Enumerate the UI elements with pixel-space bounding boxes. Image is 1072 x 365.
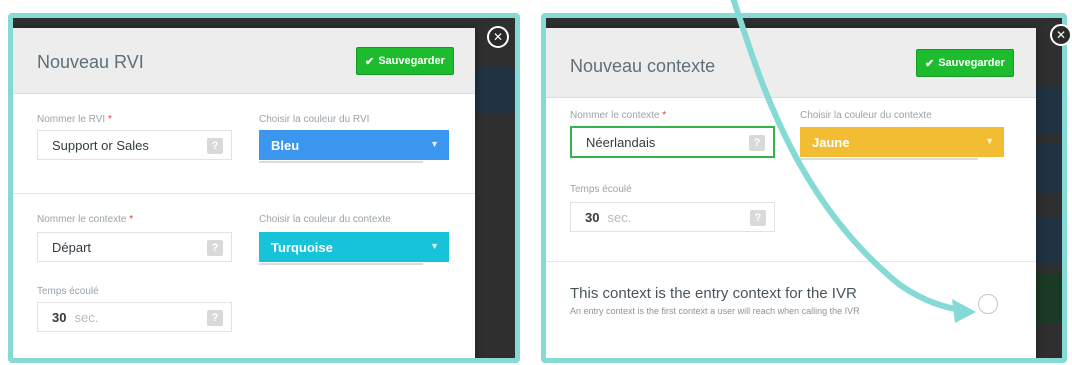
context-color-value: Jaune [812, 134, 850, 150]
required-mark: * [107, 114, 112, 125]
context-color-label: Choisir la couleur du contexte [259, 214, 391, 225]
modal-header: Nouveau contexte ✔ Sauvegarder [546, 28, 1036, 98]
close-icon[interactable]: ✕ [487, 26, 509, 48]
elapsed-time-value: 30 [52, 309, 67, 325]
ivr-name-label: Nommer le RVI * [37, 114, 112, 125]
entry-context-title: This context is the entry context for th… [570, 285, 857, 302]
ivr-name-input[interactable]: Support or Sales ? [37, 130, 232, 160]
help-icon[interactable]: ? [750, 210, 766, 226]
context-color-value: Turquoise [271, 239, 333, 255]
entry-context-description: An entry context is the first context a … [570, 306, 860, 316]
ivr-name-value: Support or Sales [52, 137, 149, 153]
elapsed-time-input[interactable]: 30 sec. ? [37, 302, 232, 332]
entry-context-section: This context is the entry context for th… [546, 262, 1036, 358]
context-name-value: Néerlandais [586, 134, 656, 150]
elapsed-time-value: 30 [585, 209, 600, 225]
context-color-select[interactable]: Jaune ▼ [800, 127, 1004, 160]
ivr-color-select[interactable]: Bleu ▼ [259, 130, 449, 163]
screenshot-panel-right: Nouveau contexte ✔ Sauvegarder Nommer le… [541, 13, 1067, 363]
context-name-input[interactable]: Néerlandais ? [570, 126, 775, 158]
ivr-name-label-text: Nommer le RVI [37, 114, 106, 125]
check-icon: ✔ [925, 57, 935, 70]
help-icon[interactable]: ? [207, 138, 223, 154]
elapsed-time-input[interactable]: 30 sec. ? [570, 202, 775, 232]
context-name-label-text: Nommer le contexte [570, 110, 660, 121]
context-color-label: Choisir la couleur du contexte [800, 110, 932, 121]
elapsed-time-label: Temps écoulé [37, 286, 99, 297]
save-button[interactable]: ✔ Sauvegarder [356, 47, 454, 75]
new-ivr-modal: Nouveau RVI ✔ Sauvegarder Nommer le RVI … [13, 28, 475, 358]
elapsed-time-label: Temps écoulé [570, 184, 632, 195]
context-name-label: Nommer le contexte * [37, 214, 133, 225]
caret-down-icon: ▼ [430, 241, 439, 251]
entry-context-radio[interactable] [978, 294, 998, 314]
context-name-label: Nommer le contexte * [570, 110, 666, 121]
context-section: Nommer le contexte * Néerlandais ? Chois… [546, 98, 1036, 262]
context-name-value: Départ [52, 239, 92, 255]
save-button-label: Sauvegarder [938, 57, 1005, 69]
save-button-label: Sauvegarder [378, 55, 445, 67]
close-icon[interactable]: ✕ [1050, 24, 1072, 46]
help-icon[interactable]: ? [207, 310, 223, 326]
caret-down-icon: ▼ [430, 139, 439, 149]
context-color-select[interactable]: Turquoise ▼ [259, 232, 449, 265]
modal-header: Nouveau RVI ✔ Sauvegarder [13, 28, 475, 94]
ivr-color-value: Bleu [271, 137, 300, 153]
context-section: Nommer le contexte * Départ ? Choisir la… [13, 194, 475, 358]
check-icon: ✔ [365, 55, 375, 68]
context-name-label-text: Nommer le contexte [37, 214, 127, 225]
caret-down-icon: ▼ [985, 136, 994, 146]
help-icon[interactable]: ? [749, 135, 765, 151]
background-strip [475, 68, 515, 114]
modal-title: Nouveau contexte [570, 56, 716, 76]
screenshot-panel-left: Nouveau RVI ✔ Sauvegarder Nommer le RVI … [8, 13, 520, 363]
required-mark: * [662, 110, 667, 121]
elapsed-time-unit: sec. [74, 309, 99, 325]
ivr-color-label: Choisir la couleur du RVI [259, 114, 370, 125]
help-icon[interactable]: ? [207, 240, 223, 256]
ivr-section: Nommer le RVI * Support or Sales ? Chois… [13, 94, 475, 194]
modal-title: Nouveau RVI [37, 52, 144, 72]
required-mark: * [129, 214, 134, 225]
save-button[interactable]: ✔ Sauvegarder [916, 49, 1014, 77]
elapsed-time-unit: sec. [607, 209, 632, 225]
new-context-modal: Nouveau contexte ✔ Sauvegarder Nommer le… [546, 28, 1036, 358]
context-name-input[interactable]: Départ ? [37, 232, 232, 262]
